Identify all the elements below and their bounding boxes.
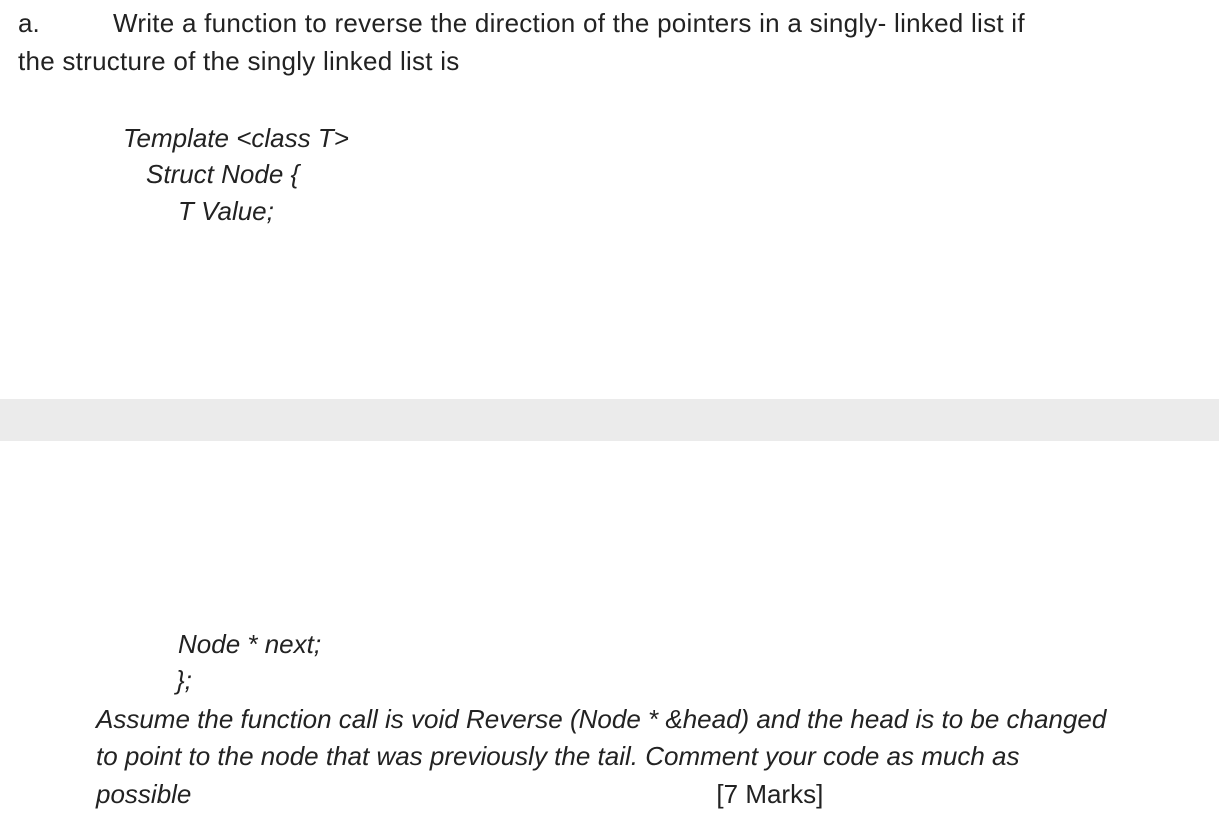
divider-band [0,399,1219,441]
question-line-1: a. Write a function to reverse the direc… [18,5,1201,41]
code-next-line: Node * next; [178,626,1201,662]
code-value-line: T Value; [178,193,1201,229]
question-label: a. [18,5,113,41]
code-template-line: Template <class T> [123,120,1201,156]
code-block-top: Template <class T> Struct Node { T Value… [18,120,1201,229]
assume-possible: possible [96,776,191,814]
bottom-section: Node * next; }; Assume the function call… [0,626,1219,814]
assume-line-1: Assume the function call is void Reverse… [96,701,1201,739]
assume-block: Assume the function call is void Reverse… [18,701,1201,814]
code-close-line: }; [176,662,1201,698]
code-struct-line: Struct Node { [146,156,1201,192]
assume-line-2: to point to the node that was previously… [96,738,1201,776]
marks-line: possible [7 Marks] [96,776,1201,814]
top-section: a. Write a function to reverse the direc… [0,0,1219,229]
code-block-bottom: Node * next; }; [18,626,1201,699]
question-text-2: the structure of the singly linked list … [18,43,1201,79]
marks-score: [7 Marks] [716,776,823,814]
question-text-1: Write a function to reverse the directio… [113,5,1025,41]
